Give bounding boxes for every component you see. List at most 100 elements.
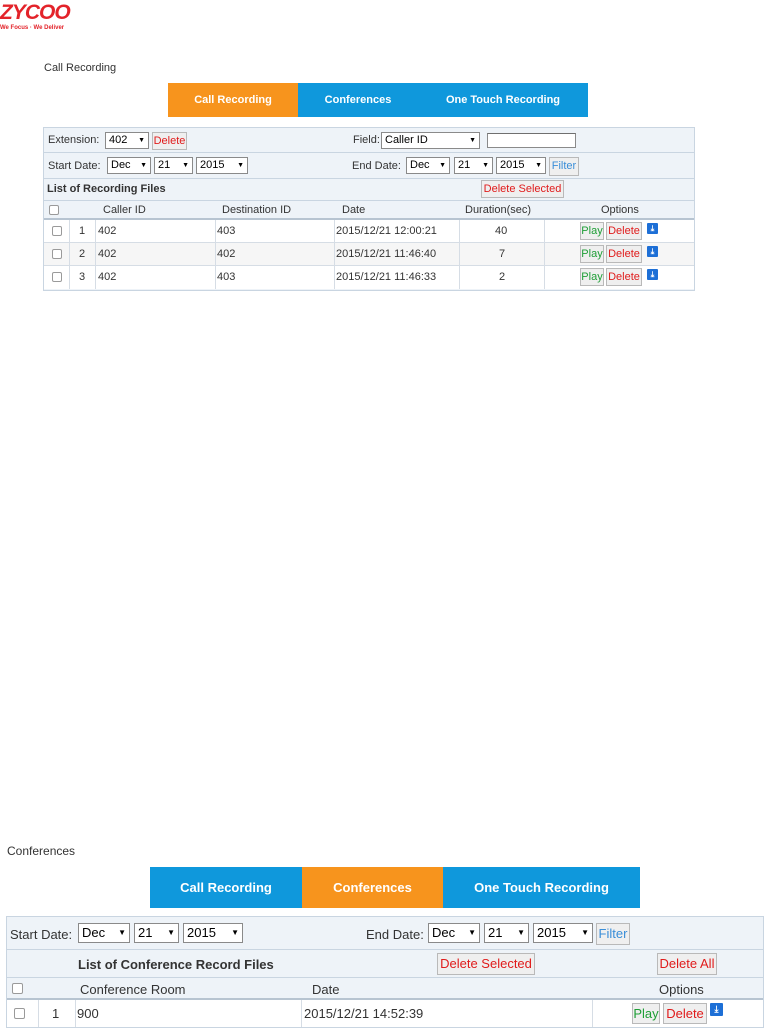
conference-table-header: Conference Room Date Options bbox=[7, 978, 763, 1000]
field-select-value: Caller ID bbox=[385, 134, 428, 146]
row-checkbox[interactable] bbox=[52, 272, 62, 282]
play-button[interactable]: Play bbox=[580, 268, 604, 286]
column-destination-id: Destination ID bbox=[222, 204, 292, 216]
end-date-label: End Date: bbox=[352, 160, 401, 172]
conferences-tab-bar: Call Recording Conferences One Touch Rec… bbox=[150, 867, 640, 908]
chevron-down-icon: ▼ bbox=[517, 928, 525, 937]
row-delete-button[interactable]: Delete bbox=[606, 245, 642, 263]
start-day-select[interactable]: 21 ▼ bbox=[134, 923, 179, 943]
start-day-select[interactable]: 21 ▼ bbox=[154, 157, 193, 174]
filter-button[interactable]: Filter bbox=[549, 157, 579, 176]
extension-select[interactable]: 402 ▼ bbox=[105, 132, 149, 149]
start-month-select[interactable]: Dec ▼ bbox=[78, 923, 130, 943]
end-month-select[interactable]: Dec ▼ bbox=[428, 923, 480, 943]
column-options: Options bbox=[601, 204, 639, 216]
row-checkbox[interactable] bbox=[52, 249, 62, 259]
extension-delete-button[interactable]: Delete bbox=[152, 132, 187, 150]
chevron-down-icon: ▼ bbox=[138, 137, 145, 144]
logo-tagline: We Focus · We Deliver bbox=[0, 25, 65, 31]
row-checkbox[interactable] bbox=[52, 226, 62, 236]
start-year-select[interactable]: 2015 ▼ bbox=[183, 923, 243, 943]
column-conference-room: Conference Room bbox=[80, 982, 186, 997]
row-index: 1 bbox=[79, 225, 86, 237]
row-caller-id: 402 bbox=[98, 225, 117, 237]
column-date: Date bbox=[312, 982, 340, 997]
column-duration: Duration(sec) bbox=[465, 204, 532, 216]
start-month-select[interactable]: Dec ▼ bbox=[107, 157, 151, 174]
start-day-value: 21 bbox=[138, 925, 153, 940]
recording-list-title-row: List of Recording Files Delete Selected bbox=[44, 179, 694, 201]
row-index: 1 bbox=[52, 1006, 60, 1021]
play-button[interactable]: Play bbox=[632, 1003, 660, 1024]
extension-select-value: 402 bbox=[109, 134, 128, 146]
row-destination-id: 403 bbox=[217, 225, 236, 237]
delete-selected-button[interactable]: Delete Selected bbox=[481, 180, 564, 198]
end-day-value: 21 bbox=[488, 925, 503, 940]
start-month-value: Dec bbox=[82, 925, 106, 940]
start-year-value: 2015 bbox=[200, 159, 225, 171]
tab-call-recording[interactable]: Call Recording bbox=[150, 867, 302, 908]
row-date: 2015/12/21 11:46:33 bbox=[336, 271, 437, 283]
start-year-value: 2015 bbox=[187, 925, 216, 940]
start-day-value: 21 bbox=[158, 159, 171, 171]
chevron-down-icon: ▼ bbox=[581, 928, 589, 937]
end-year-select[interactable]: 2015 ▼ bbox=[496, 157, 546, 174]
row-delete-button[interactable]: Delete bbox=[606, 222, 642, 240]
row-delete-button[interactable]: Delete bbox=[606, 268, 642, 286]
chevron-down-icon: ▼ bbox=[469, 137, 476, 144]
chevron-down-icon: ▼ bbox=[535, 162, 542, 169]
select-all-checkbox[interactable] bbox=[49, 205, 59, 215]
chevron-down-icon: ▼ bbox=[482, 162, 489, 169]
play-button[interactable]: Play bbox=[580, 222, 604, 240]
call-recording-panel: Extension: 402 ▼ Delete Field: Caller ID… bbox=[43, 127, 695, 291]
row-caller-id: 402 bbox=[98, 248, 117, 260]
end-month-value: Dec bbox=[432, 925, 456, 940]
download-icon[interactable]: ⤓ bbox=[710, 1003, 723, 1016]
column-date: Date bbox=[342, 204, 366, 216]
conference-list-title: List of Conference Record Files bbox=[78, 957, 274, 972]
end-month-select[interactable]: Dec ▼ bbox=[406, 157, 450, 174]
delete-selected-button[interactable]: Delete Selected bbox=[437, 953, 535, 975]
row-duration: 7 bbox=[499, 248, 506, 260]
filter-button[interactable]: Filter bbox=[596, 923, 630, 945]
start-date-label: Start Date: bbox=[48, 160, 101, 172]
row-index: 2 bbox=[79, 248, 86, 260]
end-month-value: Dec bbox=[410, 159, 430, 171]
row-caller-id: 402 bbox=[98, 271, 117, 283]
row-delete-button[interactable]: Delete bbox=[663, 1003, 707, 1024]
download-icon[interactable]: ⤓ bbox=[647, 269, 658, 280]
end-year-select[interactable]: 2015 ▼ bbox=[533, 923, 593, 943]
tab-one-touch-recording[interactable]: One Touch Recording bbox=[443, 867, 640, 908]
download-icon[interactable]: ⤓ bbox=[647, 246, 658, 257]
zycoo-logo: ZYCOO We Focus · We Deliver bbox=[0, 2, 80, 34]
play-button[interactable]: Play bbox=[580, 245, 604, 263]
tab-call-recording[interactable]: Call Recording bbox=[168, 83, 298, 117]
download-icon[interactable]: ⤓ bbox=[647, 223, 658, 234]
row-conference-room: 900 bbox=[77, 1006, 99, 1021]
conferences-section-title: Conferences bbox=[7, 844, 76, 858]
recording-table-header: Caller ID Destination ID Date Duration(s… bbox=[44, 201, 694, 220]
end-year-value: 2015 bbox=[537, 925, 566, 940]
chevron-down-icon: ▼ bbox=[167, 928, 175, 937]
row-date: 2015/12/21 11:46:40 bbox=[336, 248, 437, 260]
delete-all-button[interactable]: Delete All bbox=[657, 953, 717, 975]
table-row: 3 402 403 2015/12/21 11:46:33 2 Play Del… bbox=[44, 266, 694, 289]
start-month-value: Dec bbox=[111, 159, 131, 171]
field-select[interactable]: Caller ID ▼ bbox=[381, 132, 480, 149]
chevron-down-icon: ▼ bbox=[231, 928, 239, 937]
tab-conferences[interactable]: Conferences bbox=[302, 867, 443, 908]
tab-conferences[interactable]: Conferences bbox=[298, 83, 418, 117]
select-all-checkbox[interactable] bbox=[12, 983, 23, 994]
start-year-select[interactable]: 2015 ▼ bbox=[196, 157, 248, 174]
conference-list-title-row: List of Conference Record Files Delete S… bbox=[7, 950, 763, 978]
end-day-select[interactable]: 21 ▼ bbox=[454, 157, 493, 174]
end-day-select[interactable]: 21 ▼ bbox=[484, 923, 529, 943]
chevron-down-icon: ▼ bbox=[439, 162, 446, 169]
table-row: 2 402 402 2015/12/21 11:46:40 7 Play Del… bbox=[44, 243, 694, 266]
row-duration: 2 bbox=[499, 271, 506, 283]
date-filter-row: Start Date: Dec ▼ 21 ▼ 2015 ▼ End Date: … bbox=[44, 153, 694, 179]
conferences-panel: Start Date: Dec ▼ 21 ▼ 2015 ▼ End Date: … bbox=[6, 916, 764, 1028]
tab-one-touch-recording[interactable]: One Touch Recording bbox=[418, 83, 588, 117]
row-checkbox[interactable] bbox=[14, 1008, 25, 1019]
field-search-input[interactable] bbox=[487, 133, 576, 148]
